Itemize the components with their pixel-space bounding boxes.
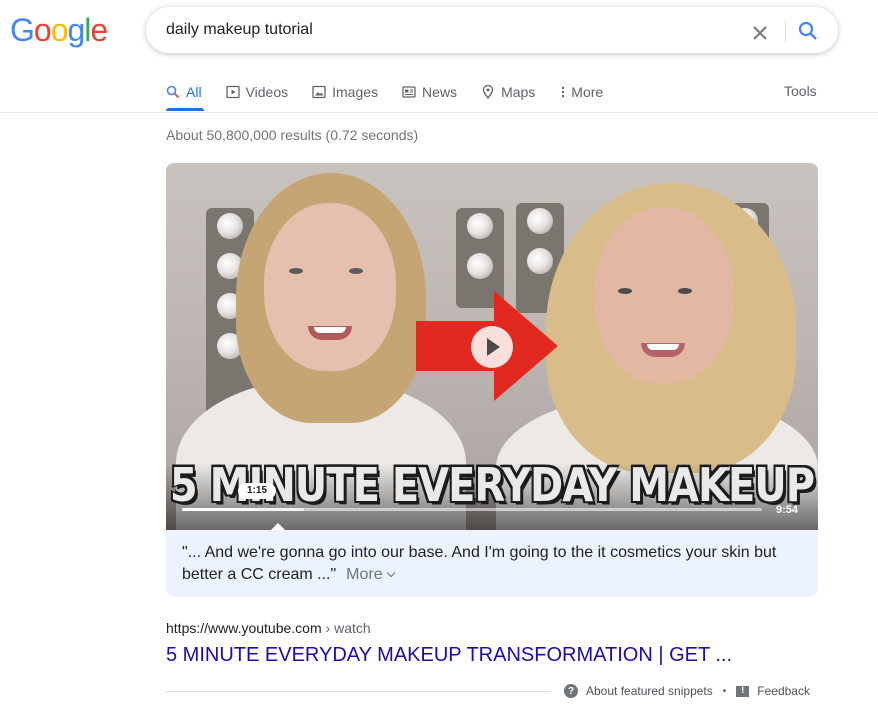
eye [349,268,363,274]
feedback-link[interactable]: Feedback [757,684,810,698]
search-icon[interactable] [796,19,820,43]
snippet-text: "... And we're gonna go into our base. A… [182,544,777,583]
tab-label: More [571,84,604,100]
more-button[interactable]: More [346,566,395,583]
search-icon [166,85,180,99]
result-domain: https://www.youtube.com [166,620,322,636]
search-tabs: All Videos Images News Maps More [166,80,627,104]
result-breadcrumb: › watch [321,620,371,636]
tab-label: Images [332,84,379,100]
footer-divider [166,691,550,692]
search-box [146,7,838,53]
snippet-footer: ? About featured snippets • Feedback [564,684,810,698]
close-icon[interactable] [748,21,772,45]
featured-video[interactable]: 5 MINUTE EVERYDAY MAKEUP 1:15 9:54 [166,163,818,530]
light-bulb [217,213,243,239]
more-vertical-icon [559,85,567,99]
eye [678,288,692,294]
about-featured-snippets-link[interactable]: About featured snippets [586,684,713,698]
tab-images[interactable]: Images [312,80,378,104]
play-icon[interactable] [471,326,513,368]
logo-letter: g [67,12,85,48]
logo-letter: o [50,12,69,48]
result-stats: About 50,800,000 results (0.72 seconds) [166,127,419,143]
video-snippet: "... And we're gonna go into our base. A… [166,530,818,597]
tab-label: Videos [245,84,289,100]
tab-news[interactable]: News [402,80,457,104]
active-tab-indicator [166,108,204,111]
tab-label: All [186,84,202,100]
search-input[interactable] [166,18,726,42]
header-divider [0,112,878,113]
light-bulb [527,248,553,274]
logo-letter: G [10,12,35,48]
eye [289,268,303,274]
light-bulb [467,253,493,279]
logo-letter: e [90,12,108,48]
tab-videos[interactable]: Videos [225,80,289,104]
tab-more[interactable]: More [559,80,603,104]
result-title-link[interactable]: 5 MINUTE EVERYDAY MAKEUP TRANSFORMATION … [166,644,732,667]
seek-pointer [270,523,286,530]
separator: • [722,685,727,697]
tab-maps[interactable]: Maps [481,80,535,104]
news-icon [402,85,416,99]
tab-label: Maps [501,84,536,100]
chevron-down-icon [386,568,395,578]
tab-label: News [422,84,458,100]
logo-letter: o [33,12,52,48]
feedback-icon [736,685,750,697]
google-logo[interactable]: Google [10,12,108,48]
map-pin-icon [481,85,495,99]
seek-time-label: 1:15 [238,483,276,499]
help-icon: ? [564,684,578,698]
more-label: More [346,566,383,583]
progress-played [182,508,256,511]
progress-bar[interactable] [182,508,762,511]
image-icon [312,85,326,99]
search-divider [785,20,786,42]
video-duration: 9:54 [776,504,799,516]
tab-all[interactable]: All [166,80,202,104]
person-before-face [264,203,396,371]
tools-button[interactable]: Tools [784,83,817,99]
eye [618,288,632,294]
result-url[interactable]: https://www.youtube.com › watch [166,620,371,636]
light-bulb [467,213,493,239]
play-icon [225,85,240,99]
light-bulb [527,208,553,234]
